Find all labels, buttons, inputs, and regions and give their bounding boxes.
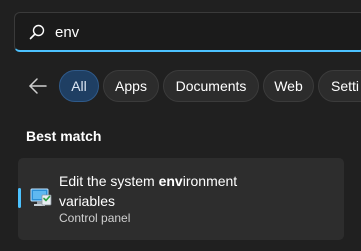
best-match-result[interactable]: Edit the system environment variables Con… [18, 158, 344, 240]
back-arrow-icon[interactable] [28, 77, 48, 95]
filter-tab-apps[interactable]: Apps [103, 70, 159, 102]
system-properties-icon [30, 186, 52, 208]
filter-tab-web[interactable]: Web [263, 70, 314, 102]
filter-tab-documents[interactable]: Documents [163, 70, 259, 102]
result-title-match: env [158, 173, 183, 189]
filter-tab-all[interactable]: All [59, 70, 99, 102]
search-icon [29, 24, 45, 40]
search-box[interactable] [14, 12, 361, 52]
result-title: Edit the system environment variables [59, 173, 238, 209]
search-input[interactable] [55, 21, 345, 43]
result-subtitle: Control panel [59, 211, 131, 225]
section-heading-best-match: Best match [26, 128, 102, 144]
filter-tab-settings[interactable]: Setti [318, 70, 361, 102]
search-window: All Apps Documents Web Setti Best match … [0, 0, 361, 251]
selection-indicator [18, 188, 21, 208]
